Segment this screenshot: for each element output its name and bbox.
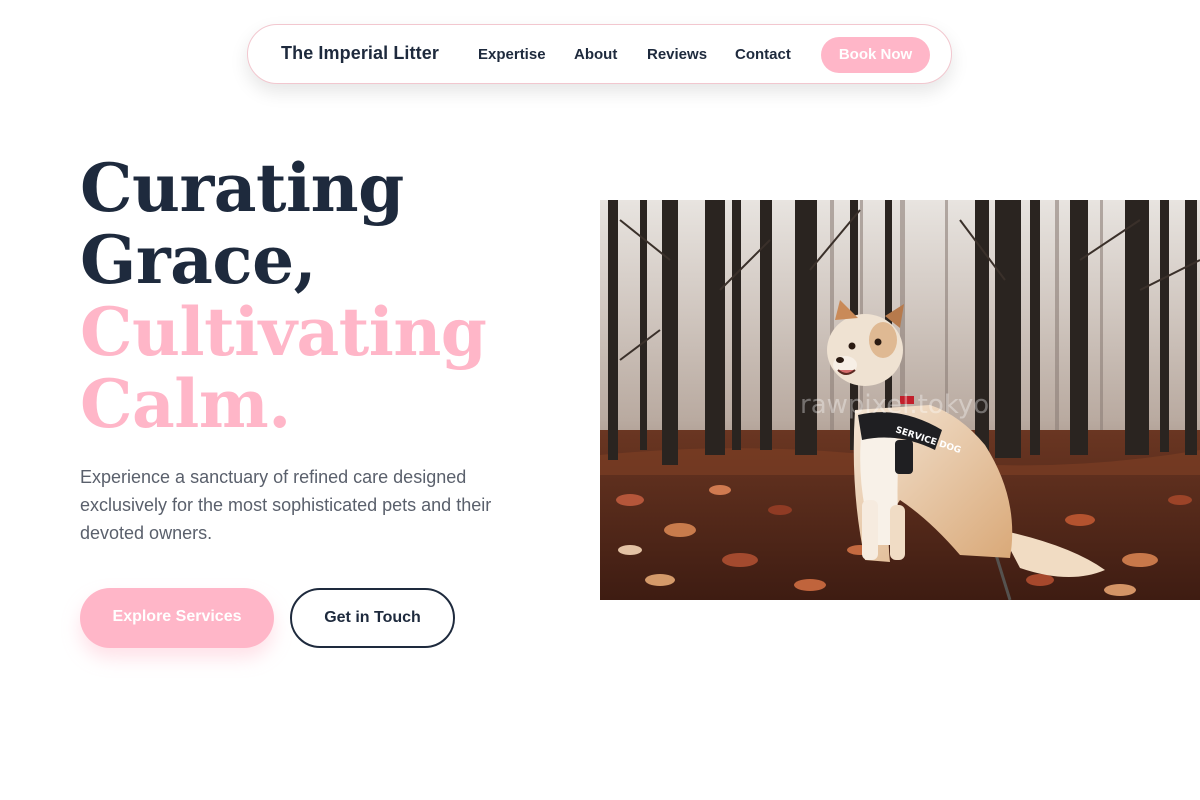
headline-line-3: Cultivating: [80, 293, 487, 371]
hero-subtitle: Experience a sanctuary of refined care d…: [80, 467, 492, 543]
headline-line-2: Grace,: [80, 221, 317, 299]
nav-link-about[interactable]: About: [574, 46, 617, 63]
dog-photo-icon: SERVICE DOG rawpixel.tokyo: [600, 200, 1200, 600]
headline-line-4: Calm.: [80, 365, 291, 443]
nav-link-reviews[interactable]: Reviews: [647, 46, 707, 63]
landing-page: The Imperial Litter Expertise About Revi…: [0, 0, 1200, 800]
get-in-touch-button[interactable]: Get in Touch: [290, 588, 455, 648]
headline-line-1: Curating: [80, 149, 404, 227]
hero-headline: Curating Grace, Cultivating Calm.: [80, 149, 487, 443]
nav-link-expertise[interactable]: Expertise: [478, 46, 546, 63]
brand-logo-text[interactable]: The Imperial Litter: [281, 43, 439, 64]
top-navigation: The Imperial Litter Expertise About Revi…: [247, 24, 952, 84]
svg-text:rawpixel.tokyo: rawpixel.tokyo: [800, 390, 989, 420]
explore-services-button[interactable]: Explore Services: [80, 588, 274, 648]
nav-link-contact[interactable]: Contact: [735, 46, 791, 63]
book-now-button[interactable]: Book Now: [821, 37, 930, 73]
hero-dog-photo: SERVICE DOG rawpixel.tokyo: [600, 200, 1200, 600]
